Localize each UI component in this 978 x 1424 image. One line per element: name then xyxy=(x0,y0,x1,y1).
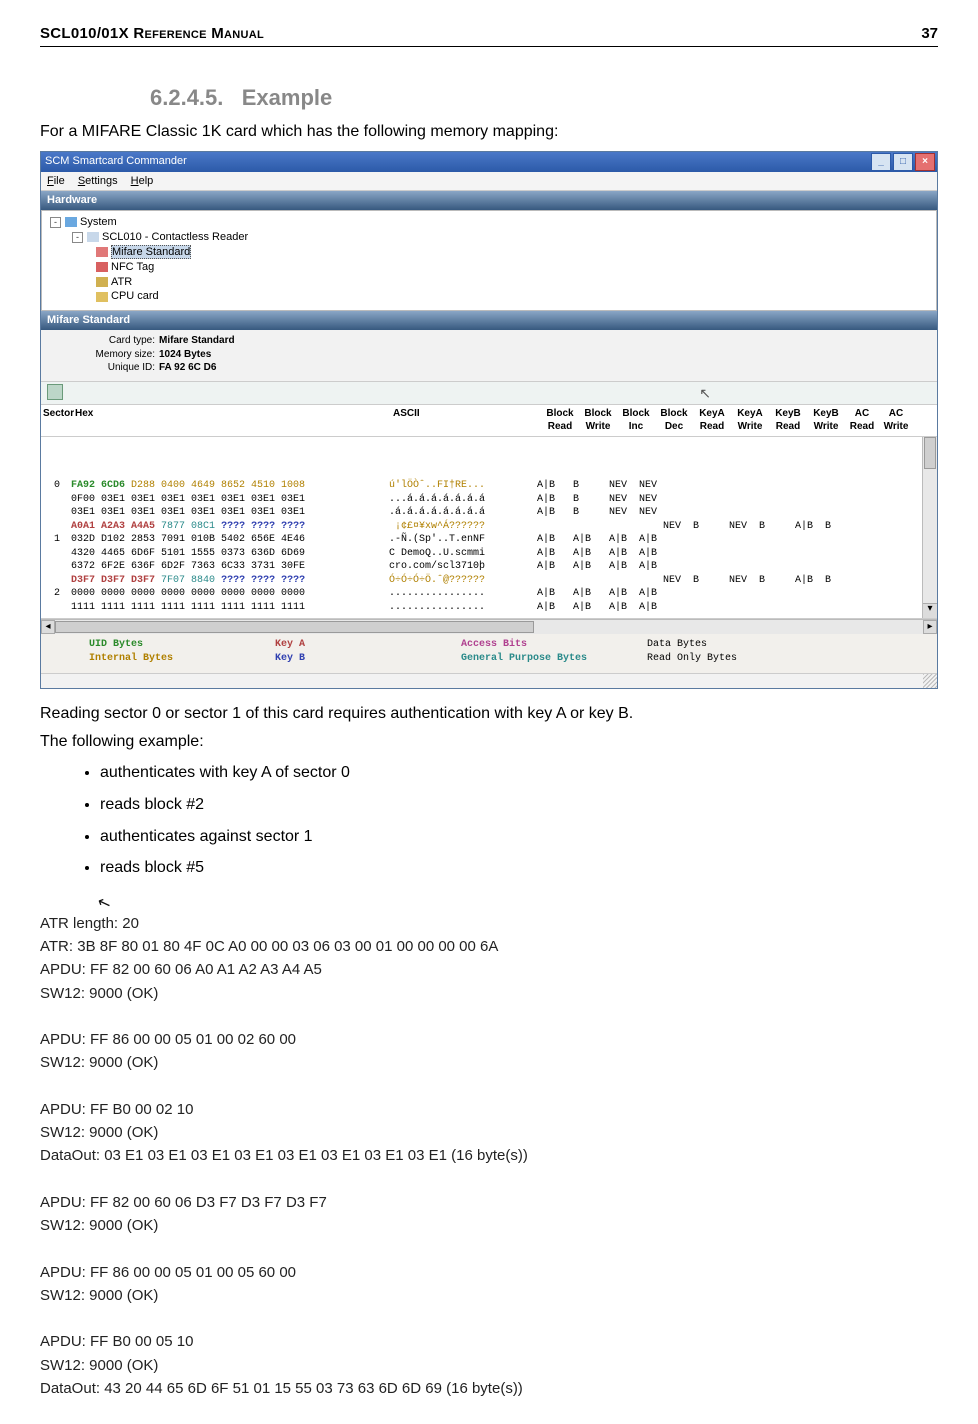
card-info: Card type: Mifare Standard Memory size: 10… xyxy=(41,330,937,381)
hscroll-right[interactable]: ▸ xyxy=(923,620,937,634)
tree-reader[interactable]: -SCL010 - Contactless Reader xyxy=(72,230,930,245)
log-line: SW12: 9000 (OK) xyxy=(40,1217,158,1234)
legend-keyb: Key B xyxy=(275,653,305,664)
window-title: SCM Smartcard Commander xyxy=(45,154,187,169)
para-example: The following example: xyxy=(40,731,938,753)
hex-body[interactable]: ▾ 0FA92 6CD6 D288 0400 4649 8652 4510 10… xyxy=(41,437,937,620)
hex-row[interactable]: 03E1 03E1 03E1 03E1 03E1 03E1 03E1 03E1.… xyxy=(43,506,935,520)
minimize-button[interactable]: _ xyxy=(871,153,891,171)
step-1: authenticates with key A of sector 0 xyxy=(100,762,938,784)
tree-nfc[interactable]: NFC Tag xyxy=(96,260,930,275)
memsize-label: Memory size: xyxy=(71,348,155,362)
menubar: FFileile Settings Help xyxy=(41,172,937,192)
legend-ro: Read Only Bytes xyxy=(647,653,737,664)
cursor-icon: ↖ xyxy=(94,890,115,918)
panel-mifare-header: Mifare Standard xyxy=(41,311,937,330)
legend-internal: Internal Bytes xyxy=(89,653,173,664)
hardware-tree: -System -SCL010 - Contactless Reader Mif… xyxy=(41,210,937,311)
toolbar: ↖ xyxy=(41,381,937,405)
hex-row[interactable]: D3F7 D3F7 D3F7 7F07 8840 ???? ???? ????Ó… xyxy=(43,574,935,588)
hex-row[interactable]: 6372 6F2E 636F 6D2F 7363 6C33 3731 30FEc… xyxy=(43,560,935,574)
tree-mifare[interactable]: Mifare Standard xyxy=(96,245,930,260)
log-line: APDU: FF B0 00 05 10 xyxy=(40,1333,193,1350)
hscroll-left[interactable]: ◂ xyxy=(41,620,55,634)
log-line: APDU: FF 82 00 60 06 D3 F7 D3 F7 D3 F7 xyxy=(40,1194,327,1211)
hex-row[interactable]: 0F00 03E1 03E1 03E1 03E1 03E1 03E1 03E1.… xyxy=(43,493,935,507)
log-line: SW12: 9000 (OK) xyxy=(40,1124,158,1141)
legend-keya: Key A xyxy=(275,639,305,650)
step-4: reads block #5 xyxy=(100,857,938,879)
hex-row[interactable]: 1111 1111 1111 1111 1111 1111 1111 1111.… xyxy=(43,601,935,615)
intro-paragraph: For a MIFARE Classic 1K card which has t… xyxy=(40,121,938,143)
log-line: SW12: 9000 (OK) xyxy=(40,1287,158,1304)
statusbar xyxy=(41,673,937,688)
legend-data: Data Bytes xyxy=(647,639,707,650)
page-header: SCL010/01X Reference Manual 37 xyxy=(40,24,938,47)
para-auth: Reading sector 0 or sector 1 of this car… xyxy=(40,703,938,725)
log-line: DataOut: 03 E1 03 E1 03 E1 03 E1 03 E1 0… xyxy=(40,1147,528,1164)
menu-file[interactable]: FFileile xyxy=(47,175,65,187)
log-line: ATR: 3B 8F 80 01 80 4F 0C A0 00 00 03 06… xyxy=(40,938,498,955)
hscroll-thumb[interactable] xyxy=(55,621,534,633)
log-line: SW12: 9000 (OK) xyxy=(40,985,158,1002)
horizontal-scrollbar[interactable]: ◂ ▸ xyxy=(41,619,937,634)
col-sector: Sector xyxy=(43,407,71,434)
apdu-log: ↖ATR length: 20 ATR: 3B 8F 80 01 80 4F 0… xyxy=(40,889,938,1401)
col-ascii: ASCII xyxy=(393,407,533,434)
uid-label: Unique ID: xyxy=(71,361,155,375)
close-button[interactable]: × xyxy=(915,153,935,171)
cursor-icon: ↖ xyxy=(699,384,711,403)
cardtype-label: Card type: xyxy=(71,334,155,348)
tree-cpu[interactable]: CPU card xyxy=(96,289,930,304)
vertical-scrollbar[interactable]: ▾ xyxy=(922,437,937,619)
app-window: SCM Smartcard Commander _ □ × FFileile S… xyxy=(40,151,938,690)
log-line: SW12: 9000 (OK) xyxy=(40,1054,158,1071)
cardtype-value: Mifare Standard xyxy=(159,335,235,346)
hex-row[interactable]: A0A1 A2A3 A4A5 7877 08C1 ???? ???? ???? … xyxy=(43,520,935,534)
legend: UID Bytes Key A Access Bits Data Bytes I… xyxy=(41,634,937,673)
legend-gp: General Purpose Bytes xyxy=(461,653,587,664)
col-perms: Block Read Block Write Block Inc Block D… xyxy=(541,407,935,434)
uid-value: FA 92 6C D6 xyxy=(159,362,216,373)
hex-row[interactable]: 4320 4465 6D6F 5101 1555 0373 636D 6D69C… xyxy=(43,547,935,561)
doc-title: SCL010/01X Reference Manual xyxy=(40,24,264,44)
hex-row[interactable]: 0FA92 6CD6 D288 0400 4649 8652 4510 1008… xyxy=(43,479,935,493)
resize-grip-icon[interactable] xyxy=(923,674,937,688)
save-icon[interactable] xyxy=(47,384,63,400)
menu-help[interactable]: Help xyxy=(131,175,154,187)
maximize-button[interactable]: □ xyxy=(893,153,913,171)
memsize-value: 1024 Bytes xyxy=(159,349,211,360)
scroll-down-button[interactable]: ▾ xyxy=(923,603,937,618)
hex-header: Sector Hex ASCII Block Read Block Write … xyxy=(41,405,937,437)
log-line: DataOut: 43 20 44 65 6D 6F 51 01 15 55 0… xyxy=(40,1380,523,1397)
col-hex: Hex xyxy=(71,407,375,434)
section-number: 6.2.4.5. xyxy=(150,85,223,110)
tree-atr[interactable]: ATR xyxy=(96,275,930,290)
legend-uid: UID Bytes xyxy=(89,639,143,650)
log-line: SW12: 9000 (OK) xyxy=(40,1357,158,1374)
hex-row[interactable]: 1032D D102 2853 7091 010B 5402 656E 4E46… xyxy=(43,533,935,547)
log-line: APDU: FF 86 00 00 05 01 00 02 60 00 xyxy=(40,1031,296,1048)
section-heading: 6.2.4.5. Example xyxy=(150,83,938,113)
window-controls: _ □ × xyxy=(871,153,935,171)
page-number: 37 xyxy=(921,24,938,44)
legend-access: Access Bits xyxy=(461,639,527,650)
log-line: APDU: FF 82 00 60 06 A0 A1 A2 A3 A4 A5 xyxy=(40,961,322,978)
menu-settings[interactable]: Settings xyxy=(78,175,118,187)
scroll-thumb[interactable] xyxy=(924,437,936,469)
log-line: APDU: FF B0 00 02 10 xyxy=(40,1101,193,1118)
example-steps: authenticates with key A of sector 0 rea… xyxy=(100,762,938,878)
step-3: authenticates against sector 1 xyxy=(100,826,938,848)
step-2: reads block #2 xyxy=(100,794,938,816)
log-line: APDU: FF 86 00 00 05 01 00 05 60 00 xyxy=(40,1264,296,1281)
section-title: Example xyxy=(242,85,333,110)
panel-hardware-header: Hardware xyxy=(41,191,937,210)
window-titlebar[interactable]: SCM Smartcard Commander _ □ × xyxy=(41,152,937,172)
tree-system[interactable]: -System xyxy=(50,215,930,230)
hex-row[interactable]: 20000 0000 0000 0000 0000 0000 0000 0000… xyxy=(43,587,935,601)
log-line: ATR length: 20 xyxy=(40,915,139,932)
